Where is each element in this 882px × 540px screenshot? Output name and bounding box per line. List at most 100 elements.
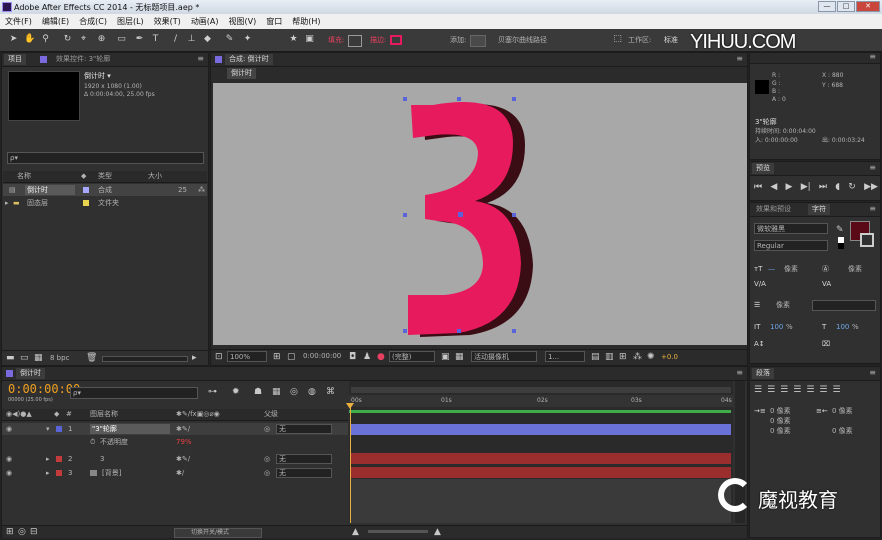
parent-column[interactable]: 父级 — [264, 410, 278, 419]
comp-subtab[interactable]: 倒计时 — [227, 68, 256, 79]
stroke-swatch[interactable] — [390, 35, 402, 45]
parent-pick-whip-icon[interactable]: ◎ — [264, 469, 270, 478]
tab-effects-presets[interactable]: 效果和预设 — [752, 204, 795, 215]
brainstorm-icon[interactable]: ⌘ — [326, 387, 335, 397]
trash-icon[interactable]: 🗑 — [86, 353, 97, 363]
toggle-switches-modes-button[interactable]: 切换开关/模式 — [174, 528, 262, 538]
timeline-icon[interactable]: ⊞ — [619, 352, 627, 362]
time-ruler[interactable]: 00s 01s 02s 03s 04s — [349, 395, 733, 407]
panel-menu-icon[interactable]: ≡ — [869, 163, 876, 172]
puppet-tool-icon[interactable]: ✦ — [242, 34, 253, 45]
stroke-order-dropdown[interactable] — [812, 300, 876, 311]
layer-switches[interactable]: ✱✎∕ — [176, 455, 190, 464]
region-of-interest-icon[interactable]: ▣ — [441, 352, 450, 362]
panel-menu-icon[interactable]: ≡ — [197, 54, 204, 63]
parent-dropdown[interactable]: 无 — [276, 424, 332, 434]
exposure-value[interactable]: +0.0 — [661, 353, 678, 362]
timeline-search-input[interactable]: ρ▾ — [70, 387, 198, 399]
first-frame-icon[interactable]: ⏮ — [754, 182, 762, 196]
scroll-right-icon[interactable]: ▸ — [192, 353, 197, 363]
parent-dropdown[interactable]: 无 — [276, 468, 332, 478]
new-comp-icon[interactable]: ▦ — [34, 353, 43, 363]
tab-effect-controls[interactable]: 效果控件: 3"轮廓 — [52, 54, 114, 65]
layer-duration-bar[interactable] — [351, 467, 731, 478]
flowchart-icon[interactable]: ⁂ — [198, 186, 205, 195]
layer-switches[interactable]: ✱∕ — [176, 469, 184, 478]
stopwatch-icon[interactable]: ⏱ — [90, 438, 95, 447]
layer-name-column[interactable]: 图层名称 — [90, 410, 118, 419]
tab-preview[interactable]: 预览 — [752, 163, 774, 174]
toggle-modes-icon[interactable]: ◎ — [18, 527, 26, 537]
tab-paragraph[interactable]: 段落 — [752, 368, 774, 379]
transparency-grid-icon[interactable]: ▦ — [455, 352, 464, 362]
frame-blending-icon[interactable]: ▦ — [272, 387, 281, 397]
toggle-in-out-icon[interactable]: ⊟ — [30, 527, 38, 537]
next-frame-icon[interactable]: ▶| — [801, 182, 811, 196]
roto-brush-tool-icon[interactable]: ✎ — [224, 34, 235, 45]
visibility-eye-icon[interactable]: ◉ — [6, 455, 12, 464]
bezier-checkbox-label[interactable]: 贝塞尔曲线路径 — [498, 36, 547, 45]
panel-menu-icon[interactable]: ≡ — [869, 204, 876, 213]
column-type[interactable]: 类型 — [98, 172, 112, 181]
property-row[interactable]: ⏱ 不透明度 79% — [2, 436, 348, 448]
visibility-eye-icon[interactable]: ◉ — [6, 469, 12, 478]
tab-character[interactable]: 字符 — [808, 204, 830, 215]
menu-file[interactable]: 文件(F) — [0, 16, 37, 27]
pan-behind-tool-icon[interactable]: ⊕ — [96, 34, 107, 45]
font-style-dropdown[interactable]: Regular — [754, 240, 828, 251]
interpret-footage-icon[interactable]: ▬ — [6, 353, 15, 363]
expand-arrow-icon[interactable]: ▸ — [46, 469, 50, 478]
current-time-indicator[interactable] — [350, 403, 351, 523]
graph-editor-icon[interactable]: ◍ — [308, 387, 316, 397]
layer-duration-bar[interactable] — [351, 424, 731, 435]
layer-row[interactable]: ◉ ▸ 2 3 ✱✎∕ ◎ 无 — [2, 453, 348, 465]
close-button[interactable]: ✕ — [856, 1, 880, 12]
menu-view[interactable]: 视图(V) — [224, 16, 262, 27]
column-size[interactable]: 大小 — [148, 172, 162, 181]
toggle-pixel-icon[interactable]: ▤ — [591, 352, 600, 362]
align-center-icon[interactable]: ☰ — [767, 385, 775, 397]
camera-dropdown[interactable]: 活动摄像机 — [471, 351, 537, 362]
pen-tool-icon[interactable]: ✒ — [134, 34, 145, 45]
parent-pick-whip-icon[interactable]: ◎ — [264, 455, 270, 464]
project-search-input[interactable]: ρ▾ — [7, 152, 204, 164]
thumbnail-scrollbar[interactable] — [102, 356, 188, 362]
column-name[interactable]: 名称 — [17, 172, 31, 181]
text-stroke-color-swatch[interactable] — [860, 233, 874, 247]
work-area-bar[interactable] — [351, 387, 731, 393]
rectangle-tool-icon[interactable]: ▭ — [116, 34, 127, 45]
layer-label-swatch[interactable] — [56, 426, 62, 432]
panel-menu-icon[interactable]: ≡ — [736, 54, 743, 63]
visibility-eye-icon[interactable]: ◉ — [6, 425, 12, 434]
mask-visibility-icon[interactable]: ▢ — [287, 352, 296, 362]
type-tool-icon[interactable]: T — [150, 34, 161, 45]
prev-frame-icon[interactable]: ◀ — [770, 182, 777, 196]
font-family-dropdown[interactable]: 微软雅黑 — [754, 223, 828, 234]
menu-composition[interactable]: 合成(C) — [74, 16, 112, 27]
project-item-row[interactable]: ▤ 倒计时 合成 25 ⁂ — [3, 184, 207, 196]
layer-label-swatch[interactable] — [56, 456, 62, 462]
views-dropdown[interactable]: 1... — [545, 351, 585, 362]
menu-layer[interactable]: 图层(L) — [112, 16, 149, 27]
layer-name[interactable]: "3"轮廓 — [92, 425, 117, 434]
new-folder-icon[interactable]: ▭ — [20, 353, 29, 363]
motion-blur-icon[interactable]: ◎ — [290, 387, 298, 397]
justify-right-icon[interactable]: ☰ — [819, 385, 827, 397]
font-size-value[interactable]: — — [768, 265, 775, 274]
align-left-icon[interactable]: ☰ — [754, 385, 762, 397]
show-snapshot-icon[interactable]: ♟ — [363, 352, 371, 362]
minimize-button[interactable]: — — [818, 1, 836, 12]
layer-label-swatch[interactable] — [56, 470, 62, 476]
expand-arrow-icon[interactable]: ▾ — [46, 425, 50, 434]
timeline-zoom-slider[interactable] — [368, 530, 428, 533]
menu-window[interactable]: 窗口 — [261, 16, 287, 27]
shy-layers-icon[interactable]: ☗ — [254, 387, 262, 397]
eraser-tool-icon[interactable]: ◆ — [202, 34, 213, 45]
align-right-icon[interactable]: ☰ — [780, 385, 788, 397]
always-preview-icon[interactable]: ⊡ — [215, 352, 223, 362]
audio-icon[interactable]: ◖ — [835, 182, 840, 196]
layer-name[interactable]: [背景] — [102, 469, 121, 478]
menu-animation[interactable]: 动画(A) — [186, 16, 224, 27]
vertical-scale-value[interactable]: 100 — [770, 323, 783, 332]
layer-row[interactable]: ◉ ▸ 3 [背景] ✱∕ ◎ 无 — [2, 467, 348, 479]
